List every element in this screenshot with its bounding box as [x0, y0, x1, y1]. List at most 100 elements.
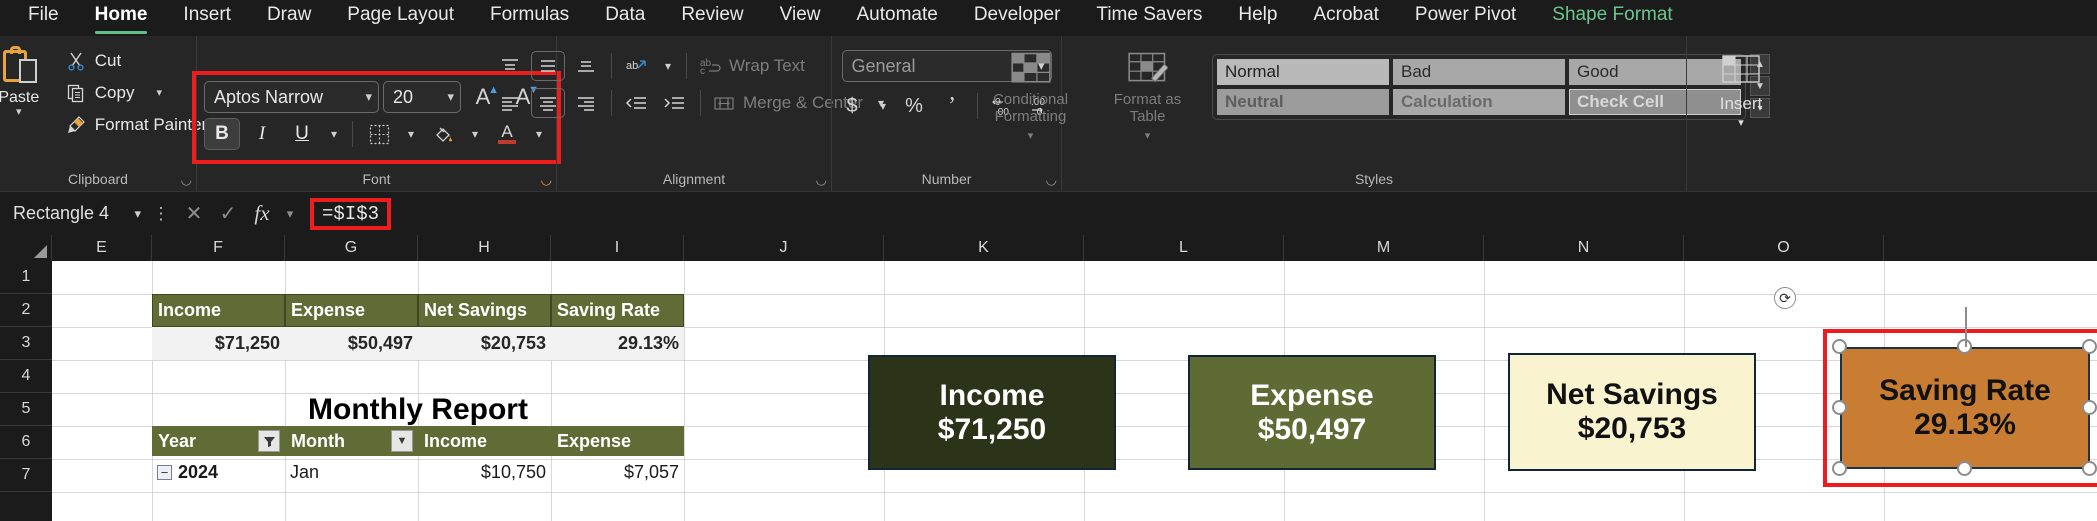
align-left-button[interactable]: [493, 88, 527, 118]
row-header-7[interactable]: 7: [0, 459, 52, 492]
column-header-G[interactable]: G: [285, 235, 418, 261]
summary-header-cell[interactable]: Expense: [285, 294, 418, 327]
orientation-button[interactable]: ab: [620, 51, 654, 81]
ribbon-tab-insert[interactable]: Insert: [165, 2, 249, 36]
select-all-corner[interactable]: [0, 235, 52, 261]
ribbon-tab-automate[interactable]: Automate: [838, 2, 955, 36]
ribbon-tab-review[interactable]: Review: [663, 2, 761, 36]
cut-button[interactable]: Cut: [59, 46, 213, 76]
enter-button[interactable]: ✓: [212, 199, 244, 229]
align-center-button[interactable]: [531, 88, 565, 118]
cell-style-normal[interactable]: Normal: [1217, 59, 1389, 85]
align-middle-button[interactable]: [531, 51, 565, 81]
resize-handle[interactable]: [1832, 339, 1847, 354]
collapse-icon[interactable]: −: [157, 465, 172, 480]
row-header-6[interactable]: 6: [0, 426, 52, 459]
cell-style-bad[interactable]: Bad: [1393, 59, 1565, 85]
ribbon-tab-page-layout[interactable]: Page Layout: [329, 2, 472, 36]
chevron-down-icon[interactable]: ▾: [1028, 128, 1034, 145]
column-header-F[interactable]: F: [152, 235, 285, 261]
report-row-income[interactable]: $10,750: [418, 456, 551, 489]
fill-color-button[interactable]: [425, 118, 461, 150]
align-bottom-button[interactable]: [569, 51, 603, 81]
report-row-month[interactable]: Jan: [285, 456, 418, 489]
column-header-J[interactable]: J: [684, 235, 884, 261]
ribbon-tab-time-savers[interactable]: Time Savers: [1078, 2, 1220, 36]
report-row-expense[interactable]: $7,057: [551, 456, 684, 489]
formula-bar-options-icon[interactable]: ⋮: [152, 204, 170, 224]
ribbon-tab-formulas[interactable]: Formulas: [472, 2, 587, 36]
italic-button[interactable]: I: [244, 118, 280, 150]
report-header-expense[interactable]: Expense: [551, 426, 684, 456]
ribbon-tab-data[interactable]: Data: [587, 2, 663, 36]
resize-handle[interactable]: [1832, 461, 1847, 476]
cell-style-neutral[interactable]: Neutral: [1217, 89, 1389, 115]
report-title[interactable]: Monthly Report: [152, 393, 684, 426]
borders-button[interactable]: [361, 118, 397, 150]
summary-header-cell[interactable]: Income: [152, 294, 285, 327]
report-header-income[interactable]: Income: [418, 426, 551, 456]
summary-value-cell[interactable]: $71,250: [152, 327, 285, 360]
row-header-3[interactable]: 3: [0, 327, 52, 360]
column-header-M[interactable]: M: [1284, 235, 1484, 261]
chevron-down-icon[interactable]: ▾: [1145, 128, 1151, 145]
underline-chevron-down-icon[interactable]: ▾: [324, 118, 344, 150]
borders-chevron-down-icon[interactable]: ▾: [401, 118, 421, 150]
insert-function-button[interactable]: fx: [246, 199, 278, 229]
summary-header-cell[interactable]: Net Savings: [418, 294, 551, 327]
chevron-down-icon[interactable]: ▾: [134, 206, 141, 222]
cancel-button[interactable]: ✕: [178, 199, 210, 229]
column-header-K[interactable]: K: [884, 235, 1084, 261]
formula-chevron-down-icon[interactable]: ▾: [280, 199, 300, 229]
wrap-text-button[interactable]: ab c Wrap Text: [695, 51, 809, 81]
resize-handle[interactable]: [2082, 461, 2097, 476]
paste-button[interactable]: Paste ▾: [0, 42, 55, 118]
ribbon-tab-power-pivot[interactable]: Power Pivot: [1397, 2, 1534, 36]
cell-style-calculation[interactable]: Calculation: [1393, 89, 1565, 115]
ribbon-tab-acrobat[interactable]: Acrobat: [1295, 2, 1396, 36]
ribbon-tab-file[interactable]: File: [10, 2, 77, 36]
report-row-year[interactable]: −2024: [152, 456, 285, 489]
column-header-N[interactable]: N: [1484, 235, 1684, 261]
row-header-1[interactable]: 1: [0, 261, 52, 294]
format-as-table-button[interactable]: Format as Table ▾: [1095, 48, 1200, 145]
ribbon-tab-draw[interactable]: Draw: [249, 2, 329, 36]
rotate-handle[interactable]: ⟳: [1774, 287, 1796, 309]
clipboard-dialog-launcher-icon[interactable]: ◡: [181, 172, 192, 188]
increase-indent-button[interactable]: [658, 88, 692, 118]
format-painter-button[interactable]: Format Painter: [59, 110, 213, 140]
resize-handle[interactable]: [2082, 400, 2097, 415]
accounting-format-button[interactable]: $: [835, 91, 869, 121]
kpi-card-expense[interactable]: Expense $50,497: [1188, 355, 1436, 470]
decrease-indent-button[interactable]: [620, 88, 654, 118]
row-header-5[interactable]: 5: [0, 393, 52, 426]
ribbon-tab-home[interactable]: Home: [77, 2, 166, 36]
summary-header-cell[interactable]: Saving Rate: [551, 294, 684, 327]
alignment-dialog-launcher-icon[interactable]: ◡: [816, 172, 827, 188]
column-header-O[interactable]: O: [1684, 235, 1884, 261]
align-top-button[interactable]: [493, 51, 527, 81]
ribbon-tab-view[interactable]: View: [762, 2, 839, 36]
column-header-E[interactable]: E: [52, 235, 152, 261]
formula-input[interactable]: =$I$3: [308, 197, 2089, 230]
name-box[interactable]: Rectangle 4 ▾: [8, 199, 148, 229]
percent-style-button[interactable]: %: [897, 91, 931, 121]
copy-button[interactable]: Copy ▾: [59, 78, 213, 108]
row-header-4[interactable]: 4: [0, 360, 52, 393]
resize-handle[interactable]: [1957, 461, 1972, 476]
resize-handle[interactable]: [2082, 339, 2097, 354]
conditional-formatting-button[interactable]: Conditional Formatting ▾: [978, 48, 1083, 145]
insert-cells-button[interactable]: Insert ▾: [1701, 50, 1781, 132]
sheet-cells[interactable]: Income Expense Net Savings Saving Rate $71,2…: [52, 261, 2097, 521]
kpi-card-income[interactable]: Income $71,250: [868, 355, 1116, 470]
underline-button[interactable]: U: [284, 118, 320, 150]
summary-value-cell[interactable]: $50,497: [285, 327, 418, 360]
ribbon-tab-developer[interactable]: Developer: [956, 2, 1079, 36]
summary-value-cell[interactable]: 29.13%: [551, 327, 684, 360]
font-name-combo[interactable]: Aptos Narrow ▾: [204, 81, 379, 113]
comma-style-button[interactable]: ’: [935, 91, 969, 121]
filter-dropdown-icon[interactable]: ▼: [391, 430, 413, 452]
ribbon-tab-help[interactable]: Help: [1220, 2, 1295, 36]
orientation-chevron-down-icon[interactable]: ▾: [658, 50, 678, 82]
ribbon-tab-shape-format[interactable]: Shape Format: [1534, 2, 1690, 36]
